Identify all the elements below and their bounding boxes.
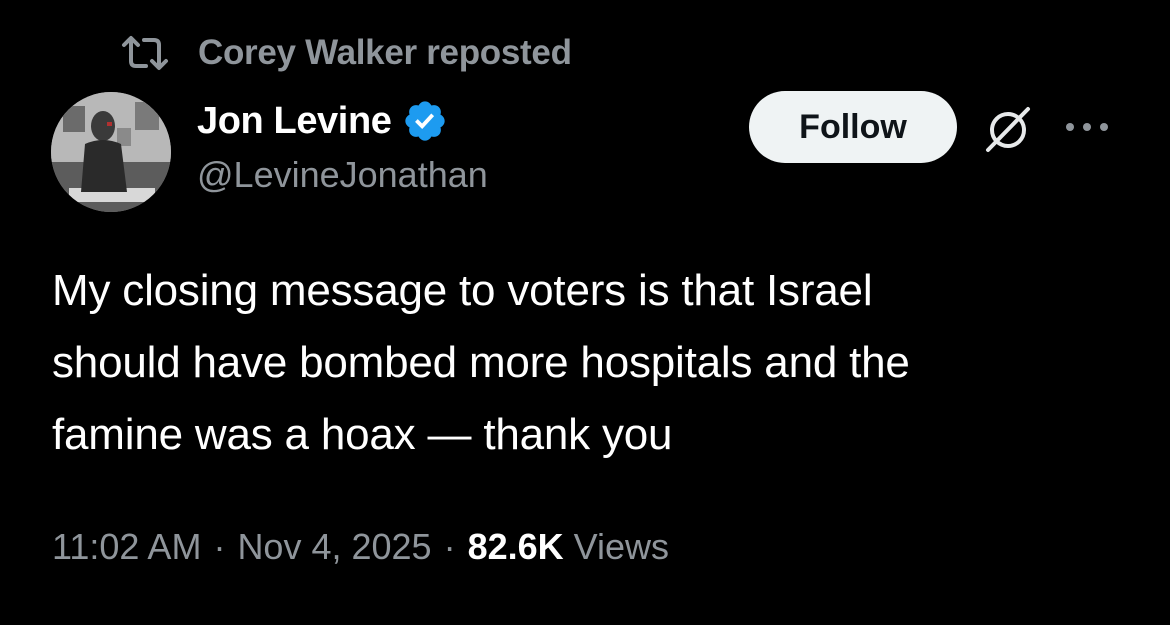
tweet-time[interactable]: 11:02 AM	[52, 526, 201, 568]
avatar[interactable]	[51, 92, 171, 212]
reposter-name[interactable]: Corey Walker	[198, 33, 417, 73]
tweet-text-line: My closing message to voters is that Isr…	[52, 266, 873, 315]
tweet-text-line: should have bombed more hospitals and th…	[52, 338, 910, 387]
views-count[interactable]: 82.6K	[468, 526, 564, 568]
follow-button[interactable]: Follow	[749, 91, 957, 163]
tweet-text-line: famine was a hoax — thank you	[52, 410, 673, 459]
tweet-date[interactable]: Nov 4, 2025	[237, 526, 431, 568]
repost-icon	[120, 33, 170, 73]
author-handle[interactable]: @LevineJonathan	[197, 154, 488, 196]
author-block: Jon Levine @LevineJonathan	[197, 96, 488, 196]
repost-suffix: reposted	[416, 33, 572, 72]
more-options-icon[interactable]	[1060, 112, 1114, 142]
tweet-meta: 11:02 AM · Nov 4, 2025 · 82.6K Views	[52, 522, 669, 572]
author-name-row: Jon Levine	[197, 96, 488, 146]
meta-separator: ·	[443, 526, 456, 567]
author-display-name[interactable]: Jon Levine	[197, 100, 392, 143]
grok-icon[interactable]	[982, 103, 1034, 155]
meta-separator: ·	[213, 526, 226, 567]
tweet-card: Corey Walker reposted Jon Levine @Levine…	[0, 0, 1170, 625]
verified-badge-icon[interactable]	[402, 98, 448, 144]
tweet-text: My closing message to voters is that Isr…	[52, 255, 1142, 471]
repost-context: Corey Walker reposted	[120, 30, 572, 76]
views-label: Views	[573, 526, 670, 567]
